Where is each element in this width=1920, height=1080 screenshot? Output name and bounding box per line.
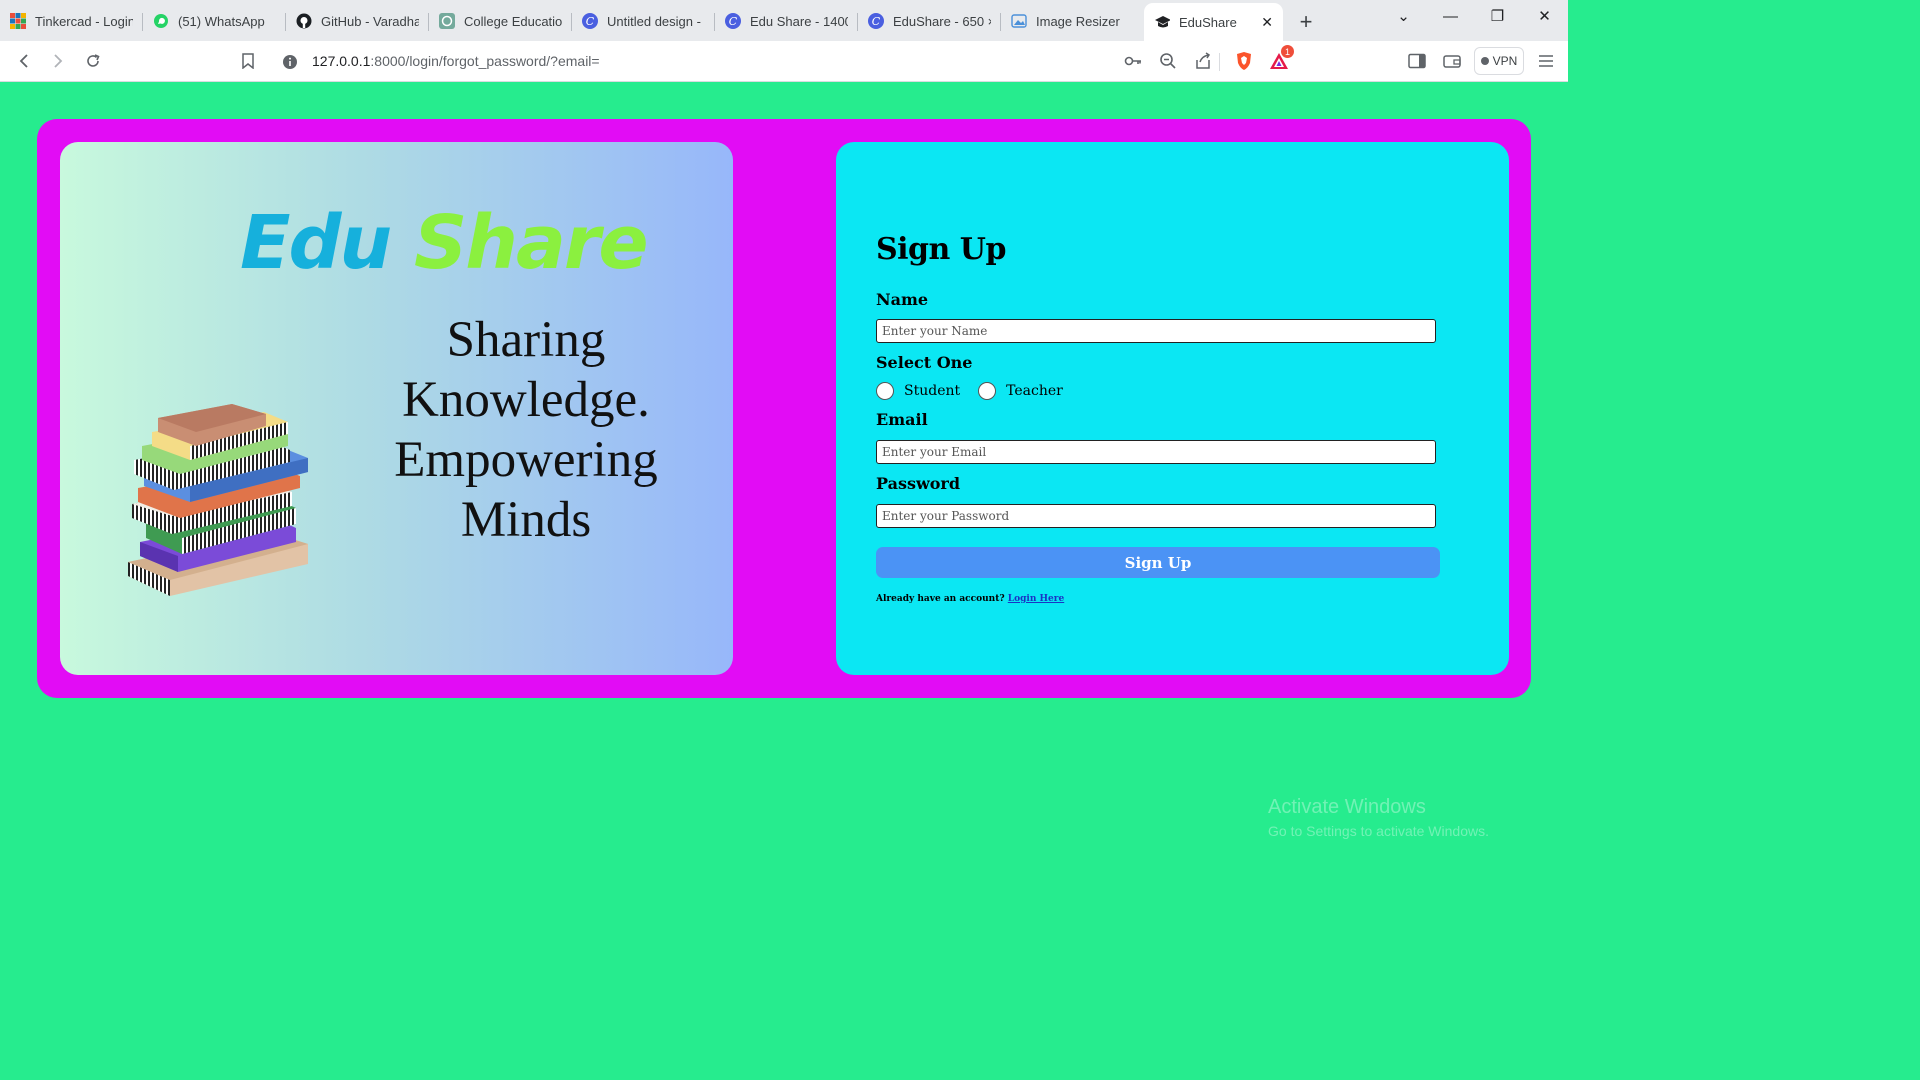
window-controls: ⌄ — ❐ ✕ — [1380, 0, 1568, 32]
role-label: Select One — [876, 353, 973, 372]
student-label: Student — [904, 383, 961, 399]
student-radio[interactable] — [876, 382, 894, 400]
new-tab-button[interactable]: + — [1291, 7, 1321, 37]
tab-title: GitHub - Varadha — [321, 13, 419, 29]
toolbar-divider — [1219, 53, 1220, 71]
role-radio-group: Student Teacher — [876, 382, 1063, 400]
github-icon — [296, 13, 312, 29]
password-label: Password — [876, 474, 961, 493]
restore-button[interactable]: ❐ — [1474, 0, 1521, 32]
canva-icon: C — [725, 13, 741, 29]
key-icon[interactable] — [1121, 49, 1145, 73]
tab-title: Image Resizer — [1036, 13, 1120, 29]
tab-title: College Education — [464, 13, 562, 29]
share-icon[interactable] — [1191, 49, 1215, 73]
canva-icon: C — [582, 13, 598, 29]
tab-whatsapp[interactable]: (51) WhatsApp — [143, 4, 286, 38]
url-host: 127.0.0.1 — [312, 53, 371, 69]
login-prompt-text: Already have an account? — [876, 594, 1005, 604]
tagline: Sharing Knowledge. Empowering Minds — [366, 310, 686, 550]
close-window-button[interactable]: ✕ — [1521, 0, 1568, 32]
tab-title: EduShare - 650 × — [893, 13, 991, 29]
brand-logo: Edu Share — [240, 200, 649, 286]
graduation-cap-icon — [1154, 14, 1170, 30]
email-input[interactable] — [876, 440, 1436, 464]
canva-icon: C — [868, 13, 884, 29]
image-icon — [1011, 13, 1027, 29]
brand-word-edu: Edu — [240, 200, 392, 286]
tab-college-education[interactable]: College Education — [429, 4, 572, 38]
login-prompt: Already have an account? Login Here — [876, 594, 1064, 604]
minimize-button[interactable]: — — [1427, 0, 1474, 32]
password-input[interactable] — [876, 504, 1436, 528]
zoom-icon[interactable] — [1156, 49, 1180, 73]
watermark-subtitle: Go to Settings to activate Windows. — [1268, 823, 1489, 839]
watermark-title: Activate Windows — [1268, 796, 1426, 818]
forward-icon[interactable] — [46, 49, 70, 73]
hero-card: Edu Share Sharing Knowledge. Empowering … — [60, 142, 733, 675]
login-link[interactable]: Login Here — [1008, 594, 1064, 604]
site-info-icon[interactable] — [282, 54, 298, 75]
tab-title: (51) WhatsApp — [178, 13, 265, 29]
chatgpt-icon — [439, 13, 455, 29]
form-title: Sign Up — [876, 232, 1006, 267]
close-tab-icon[interactable]: ✕ — [1261, 14, 1273, 31]
brave-shields-icon[interactable] — [1232, 49, 1256, 73]
books-stack-illustration — [120, 404, 320, 609]
tinkercad-icon — [10, 13, 26, 29]
teacher-radio[interactable] — [978, 382, 997, 400]
svg-text:C: C — [872, 15, 881, 28]
email-label: Email — [876, 410, 928, 429]
tab-title: EduShare — [1179, 14, 1237, 30]
sidebar-icon[interactable] — [1405, 49, 1429, 73]
name-label: Name — [876, 290, 929, 309]
url-text: 127.0.0.1:8000/login/forgot_password/?em… — [312, 53, 600, 69]
tab-untitled-design[interactable]: C Untitled design - — [572, 4, 715, 38]
menu-icon[interactable] — [1534, 49, 1558, 73]
wallet-icon[interactable] — [1440, 49, 1464, 73]
reload-icon[interactable] — [81, 49, 105, 73]
vpn-button[interactable]: VPN — [1474, 47, 1524, 75]
tab-search-icon[interactable]: ⌄ — [1380, 0, 1427, 32]
tab-edu-share-1400[interactable]: C Edu Share - 1400 — [715, 4, 858, 38]
tagline-line: Empowering — [394, 432, 658, 488]
tagline-line: Minds — [460, 492, 592, 548]
bookmark-icon[interactable] — [236, 49, 260, 73]
rewards-badge: 1 — [1281, 45, 1294, 58]
vpn-status-icon — [1480, 57, 1489, 65]
tab-title: Tinkercad - Login — [35, 13, 133, 29]
tagline-line: Knowledge. — [402, 372, 650, 428]
browser-tab-strip: Tinkercad - Login (51) WhatsApp GitHub -… — [0, 0, 1568, 41]
brave-rewards-icon[interactable]: 1 — [1267, 45, 1294, 73]
signup-button[interactable]: Sign Up — [876, 547, 1440, 578]
tagline-line: Sharing — [446, 312, 606, 368]
tab-edushare-active[interactable]: EduShare ✕ — [1144, 3, 1283, 41]
browser-toolbar: 127.0.0.1:8000/login/forgot_password/?em… — [0, 41, 1568, 82]
svg-text:C: C — [586, 15, 595, 28]
signup-card: Sign Up Name Select One Student Teacher … — [836, 142, 1509, 675]
whatsapp-icon — [153, 13, 169, 29]
url-path: :8000/login/forgot_password/?email= — [370, 53, 600, 69]
tab-title: Edu Share - 1400 — [750, 13, 848, 29]
windows-activation-watermark: Activate Windows Go to Settings to activ… — [1268, 796, 1489, 839]
name-input[interactable] — [876, 319, 1436, 343]
teacher-label: Teacher — [1006, 383, 1063, 399]
svg-text:C: C — [729, 15, 738, 28]
back-icon[interactable] — [12, 49, 36, 73]
tab-tinkercad[interactable]: Tinkercad - Login — [0, 4, 143, 38]
tab-title: Untitled design - — [607, 13, 701, 29]
brand-word-share: Share — [413, 200, 649, 286]
tab-github[interactable]: GitHub - Varadha — [286, 4, 429, 38]
tab-image-resizer[interactable]: Image Resizer — [1001, 4, 1144, 38]
tab-edushare-650[interactable]: C EduShare - 650 × — [858, 4, 1001, 38]
vpn-label: VPN — [1492, 54, 1518, 68]
